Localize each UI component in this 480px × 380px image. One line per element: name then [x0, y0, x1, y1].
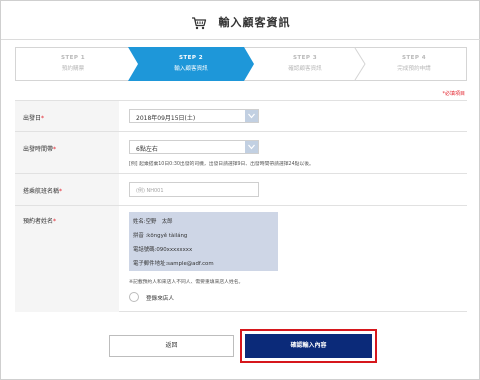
flight-name-placeholder: (例) NH001 [136, 188, 164, 194]
page-title: 輸入顧客資訊 [218, 15, 291, 29]
step-2-number: STEP 2 [178, 55, 203, 61]
departure-time-label: 出發時間帶* [23, 146, 57, 153]
reserver-name-line: 姓名:空野 太郎 [133, 219, 173, 225]
step-4-number: STEP 4 [401, 55, 426, 61]
confirm-button-label: 確認輸入內容 [290, 342, 327, 349]
reserver-name-note: ※記載預約人和來店人不同人、需要重填來店人姓名。 [129, 280, 244, 285]
step-3-name: 確認顧客資訊 [288, 66, 322, 72]
chevron-down-icon [245, 110, 258, 122]
step-2: STEP 2 輸入顧客資訊 [133, 47, 249, 81]
departure-date-select[interactable]: 2018年09月15日(土) [129, 109, 259, 123]
step-1-name: 預約購票 [61, 66, 85, 72]
reserver-name-label: 預約者姓名* [23, 218, 57, 225]
register-visitor-label[interactable]: 登錄來店人 [146, 294, 174, 302]
reserver-name-row: 預約者姓名* 姓名:空野 太郎 拼音 :kōngyě tàiláng 電話號碼:… [15, 206, 467, 312]
shopping-cart-icon [191, 15, 207, 29]
customer-info-form: 出發日* 2018年09月15日(土) 出發時間帶* 6點左右 [例] 起乘搭乘… [15, 100, 467, 312]
page-header: 輸入顧客資訊 [1, 11, 480, 39]
required-fields-note: *必填項目 [442, 91, 465, 97]
reserver-pinyin-line: 拼音 :kōngyě tàiláng [133, 233, 188, 239]
departure-date-value: 2018年09月15日(土) [136, 115, 196, 122]
reserver-phone-line: 電話號碼:090xxxxxxxx [133, 247, 193, 253]
departure-time-value: 6點左右 [136, 146, 158, 153]
departure-time-note: [例] 起乘搭乘10日0:30出發的司機，出發日請選擇9日、出發時間帶請選擇24… [129, 162, 314, 167]
flight-name-input[interactable]: (例) NH001 [129, 182, 259, 197]
progress-stepper: STEP 1 預約購票 STEP 2 輸入顧客資訊 STEP 3 確認顧客資訊 … [15, 47, 467, 81]
departure-date-label: 出發日* [23, 115, 45, 122]
page-frame: 輸入顧客資訊 STEP 1 預約購票 STEP 2 輸入顧客資訊 STEP 3 … [0, 0, 480, 380]
step-3: STEP 3 確認顧客資訊 [249, 47, 361, 81]
departure-time-select[interactable]: 6點左右 [129, 140, 259, 154]
chevron-down-icon [245, 141, 258, 153]
departure-time-row: 出發時間帶* 6點左右 [例] 起乘搭乘10日0:30出發的司機，出發日請選擇9… [15, 132, 467, 174]
step-3-number: STEP 3 [292, 55, 317, 61]
step-4: STEP 4 完成預約申請 [361, 47, 467, 81]
confirm-input-button[interactable]: 確認輸入內容 [245, 334, 372, 358]
reserver-email-line: 電子郵件地址:sample@adf.com [133, 261, 214, 267]
register-visitor-radio[interactable] [129, 292, 139, 302]
step-1-number: STEP 1 [60, 55, 85, 61]
reserver-info-box: 姓名:空野 太郎 拼音 :kōngyě tàiláng 電話號碼:090xxxx… [129, 212, 278, 271]
back-button[interactable]: 返回 [109, 335, 234, 357]
step-4-name: 完成預約申請 [397, 66, 431, 72]
flight-name-row: 搭乘航班名稱* (例) NH001 [15, 174, 467, 206]
header-divider [1, 39, 480, 40]
step-1: STEP 1 預約購票 [15, 47, 131, 81]
departure-date-row: 出發日* 2018年09月15日(土) [15, 101, 467, 132]
step-2-name: 輸入顧客資訊 [174, 66, 208, 72]
back-button-label: 返回 [165, 342, 178, 349]
flight-name-label: 搭乘航班名稱* [23, 188, 63, 195]
